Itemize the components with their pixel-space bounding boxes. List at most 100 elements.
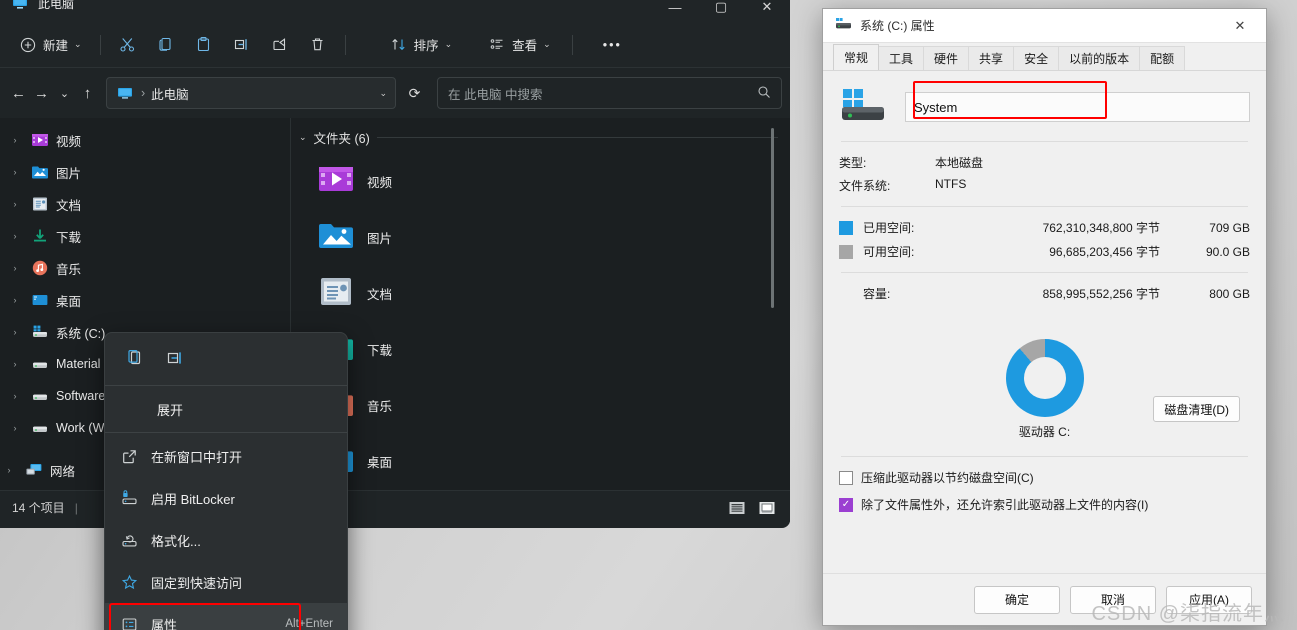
up-button[interactable]: ↑ [77, 78, 98, 108]
explorer-tab-this-pc[interactable]: 此电脑 [0, 0, 88, 22]
tab-previous-versions[interactable]: 以前的版本 [1058, 46, 1141, 70]
tab-hardware[interactable]: 硬件 [923, 46, 970, 70]
disk-cleanup-button[interactable]: 磁盘清理(D) [1153, 396, 1240, 422]
sidebar-item-label: 桌面 [56, 294, 82, 309]
vertical-scrollbar[interactable] [771, 128, 774, 308]
compress-drive-checkbox-row[interactable]: 压缩此驱动器以节约磁盘空间(C) [839, 469, 1250, 486]
paste-button[interactable] [186, 29, 222, 61]
context-menu-item-expand[interactable]: 展开 [105, 388, 347, 430]
explorer-titlebar: 此电脑 — ▢ ✕ [0, 0, 790, 22]
tab-sharing[interactable]: 共享 [968, 46, 1015, 70]
list-item-label: 桌面 [367, 455, 393, 470]
system-drive-icon [30, 322, 50, 342]
index-contents-checkbox-row[interactable]: ✓ 除了文件属性外，还允许索引此驱动器上文件的内容(I) [839, 496, 1250, 513]
rename-icon[interactable] [159, 343, 191, 373]
cut-button[interactable] [110, 29, 146, 61]
rename-icon [233, 36, 251, 54]
refresh-button[interactable]: ⟳ [404, 78, 425, 108]
twisty-icon[interactable]: › [6, 359, 24, 369]
twisty-icon[interactable]: › [6, 295, 24, 305]
chevron-down-icon-sort: ⌄ [444, 39, 453, 49]
group-divider [376, 137, 778, 138]
free-space-row: 可用空间: 96,685,203,456 字节 90.0 GB [839, 243, 1250, 260]
copy-icon[interactable] [119, 343, 151, 373]
list-item[interactable]: 文档 [317, 265, 790, 321]
address-bar[interactable]: › 此电脑 ⌄ [106, 77, 396, 109]
address-chevron-down-icon[interactable]: ⌄ [379, 88, 387, 99]
delete-button[interactable] [300, 29, 336, 61]
file-list-pane[interactable]: ⌄ 文件夹 (6) 视频 图片 文档 下载 音乐 桌面 [290, 118, 790, 490]
sidebar-item-music[interactable]: › 音乐 [0, 252, 290, 284]
twisty-icon[interactable]: › [6, 327, 24, 337]
sidebar-item-videos[interactable]: › 视频 [0, 124, 290, 156]
ok-button[interactable]: 确定 [974, 585, 1060, 614]
context-menu-item-format[interactable]: 格式化... [105, 519, 347, 561]
more-button[interactable]: ••• [594, 29, 631, 61]
context-menu-item-pin-to-quick-access[interactable]: 固定到快速访问 [105, 561, 347, 603]
video-folder-icon [30, 130, 50, 150]
close-icon[interactable]: ✕ [1218, 10, 1262, 42]
share-button[interactable] [262, 29, 298, 61]
recent-locations-button[interactable]: ⌄ [54, 78, 75, 108]
view-button[interactable]: 查看 ⌄ [479, 29, 560, 61]
list-item[interactable]: 图片 [317, 209, 790, 265]
new-button[interactable]: 新建 ⌄ [10, 29, 91, 61]
forward-button[interactable]: → [31, 78, 52, 108]
group-header-folders[interactable]: ⌄ 文件夹 (6) [291, 118, 790, 153]
tab-quota[interactable]: 配额 [1139, 46, 1186, 70]
compress-drive-checkbox[interactable] [839, 470, 853, 485]
details-view-icon[interactable] [726, 498, 748, 518]
field-filesystem-key: 文件系统: [839, 179, 891, 193]
sidebar-item-desktop[interactable]: › 桌面 [0, 284, 290, 316]
explorer-navbar: ← → ⌄ ↑ › 此电脑 ⌄ ⟳ 在 此电脑 中搜索 [0, 68, 790, 118]
rename-button[interactable] [224, 29, 260, 61]
twisty-icon[interactable]: › [6, 199, 24, 209]
breadcrumb-this-pc[interactable]: 此电脑 [151, 84, 189, 103]
maximize-button[interactable]: ▢ [698, 0, 744, 22]
list-item[interactable]: 音乐 [317, 377, 790, 433]
dialog-tabs: 常规 工具 硬件 共享 安全 以前的版本 配额 [823, 43, 1266, 71]
twisty-icon[interactable]: › [6, 423, 24, 433]
context-menu-item-label: 格式化... [151, 533, 201, 549]
search-input[interactable]: 在 此电脑 中搜索 [437, 77, 782, 109]
twisty-icon[interactable]: › [6, 391, 24, 401]
scissors-icon [119, 36, 137, 54]
sidebar-item-pictures[interactable]: › 图片 [0, 156, 290, 188]
index-contents-checkbox[interactable]: ✓ [839, 497, 853, 512]
close-button[interactable]: ✕ [744, 0, 790, 22]
window-controls: — ▢ ✕ [652, 0, 790, 22]
list-item[interactable]: 视频 [317, 153, 790, 209]
sidebar-item-label: Work (W [56, 421, 105, 435]
tab-tools[interactable]: 工具 [878, 46, 925, 70]
context-menu-item-enable-bitlocker[interactable]: 启用 BitLocker [105, 477, 347, 519]
statusbar-divider: | [74, 500, 78, 515]
screen: 此电脑 — ▢ ✕ 新建 ⌄ 排序 ⌄ 查看 ⌄ ••• ← → ⌄ ↑ › 此… [0, 0, 1297, 630]
sidebar-item-documents[interactable]: › 文档 [0, 188, 290, 220]
twisty-icon[interactable]: › [6, 263, 24, 273]
documents-folder-icon [317, 272, 355, 315]
group-chevron-icon[interactable]: ⌄ [299, 132, 307, 143]
bitlocker-icon [119, 488, 139, 508]
back-button[interactable]: ← [8, 78, 29, 108]
sidebar-item-downloads[interactable]: › 下载 [0, 220, 290, 252]
copy-button[interactable] [148, 29, 184, 61]
sort-button[interactable]: 排序 ⌄ [381, 29, 462, 61]
tab-security[interactable]: 安全 [1013, 46, 1060, 70]
minimize-button[interactable]: — [652, 0, 698, 22]
folder-grid: 视频 图片 文档 下载 音乐 桌面 [291, 153, 790, 489]
twisty-icon[interactable]: › [6, 135, 24, 145]
video-folder-icon [317, 160, 355, 203]
desktop-icon [30, 290, 50, 310]
volume-name-input[interactable]: System [905, 92, 1250, 122]
twisty-icon[interactable]: › [6, 167, 24, 177]
list-item[interactable]: 桌面 [317, 433, 790, 489]
context-menu-item-open-in-new-window[interactable]: 在新窗口中打开 [105, 435, 347, 477]
twisty-icon[interactable]: › [0, 465, 18, 475]
large-icons-view-icon[interactable] [756, 498, 778, 518]
twisty-icon[interactable]: › [6, 231, 24, 241]
list-item[interactable]: 下载 [317, 321, 790, 377]
sidebar-item-label: 图片 [56, 166, 82, 181]
context-menu-item-properties[interactable]: 属性 Alt+Enter [105, 603, 347, 630]
context-menu-divider-2 [105, 432, 347, 433]
tab-general[interactable]: 常规 [833, 44, 880, 70]
